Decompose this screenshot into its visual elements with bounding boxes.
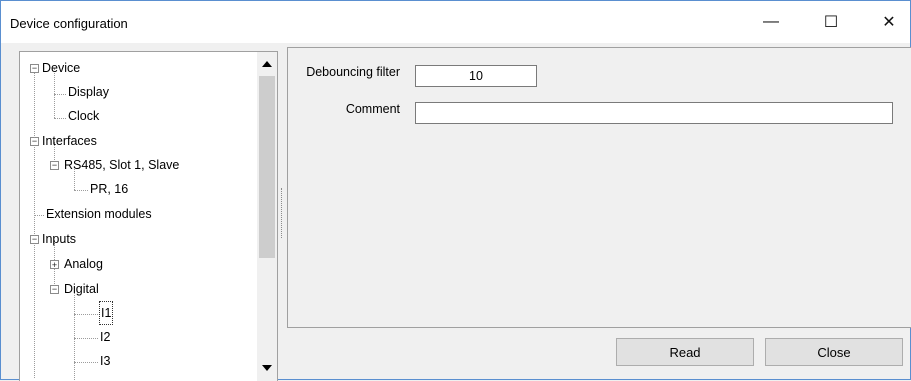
tree-item-rs485[interactable]: − RS485, Slot 1, Slave [20, 154, 250, 176]
collapse-icon[interactable]: − [30, 137, 39, 146]
tree-item-label: I3 [100, 354, 111, 368]
configuration-tree[interactable]: − Device Display Clock − Interfaces − RS… [19, 51, 278, 381]
tree-item-label: Interfaces [42, 134, 97, 148]
panel-splitter[interactable] [281, 188, 284, 238]
properties-panel: Debouncing filter Comment [287, 47, 911, 328]
tree-item-device[interactable]: − Device [20, 57, 250, 79]
scroll-thumb[interactable] [259, 76, 275, 258]
tree-item-clock[interactable]: Clock [20, 105, 250, 127]
comment-label: Comment [345, 102, 400, 116]
close-window-button[interactable]: ✕ [866, 1, 911, 43]
collapse-icon[interactable]: − [30, 235, 39, 244]
expand-icon[interactable]: + [50, 260, 59, 270]
tree-item-label: Digital [64, 282, 99, 296]
tree-item-label: I2 [100, 330, 111, 344]
read-button[interactable]: Read [616, 338, 754, 366]
tree-item-label: Inputs [42, 232, 77, 246]
tree-item-i3[interactable]: I3 [20, 350, 250, 372]
minimize-icon: — [763, 13, 779, 30]
tree-item-label: Display [68, 85, 109, 99]
tree-item-interfaces[interactable]: − Interfaces [20, 130, 250, 152]
tree-item-label: Extension modules [46, 207, 152, 221]
arrow-down-icon [262, 365, 272, 371]
tree-item-label: Clock [68, 109, 100, 123]
minimize-button[interactable]: — [748, 1, 794, 43]
comment-input[interactable] [415, 102, 893, 124]
tree-item-display[interactable]: Display [20, 81, 250, 103]
device-configuration-window: Device configuration — ☐ ✕ − Device Disp… [0, 0, 911, 381]
maximize-icon: ☐ [823, 14, 839, 31]
title-bar[interactable]: Device configuration — ☐ ✕ [1, 1, 910, 43]
tree-item-analog[interactable]: + Analog [20, 253, 250, 275]
close-button[interactable]: Close [765, 338, 903, 366]
tree-item-label: I1 [98, 301, 114, 325]
scroll-down-button[interactable] [257, 358, 277, 378]
collapse-icon[interactable]: − [50, 161, 59, 170]
collapse-icon[interactable]: − [50, 285, 59, 294]
tree-item-pr16[interactable]: PR, 16 [20, 178, 250, 200]
debouncing-filter-label: Debouncing filter [306, 65, 400, 79]
tree-item-digital[interactable]: − Digital [20, 278, 250, 300]
tree-item-label: PR, 16 [90, 182, 129, 196]
tree-item-i1[interactable]: I1 [20, 301, 250, 325]
tree-item-i2[interactable]: I2 [20, 326, 250, 348]
tree-scrollbar[interactable] [257, 52, 277, 381]
tree-item-inputs[interactable]: − Inputs [20, 228, 250, 250]
scroll-up-button[interactable] [257, 54, 277, 74]
tree-item-label: RS485, Slot 1, Slave [64, 158, 180, 172]
debouncing-filter-input[interactable] [415, 65, 537, 87]
maximize-button[interactable]: ☐ [808, 1, 854, 43]
close-icon: ✕ [882, 14, 896, 31]
tree-item-label: Analog [64, 257, 103, 271]
tree-item-label: Device [42, 61, 81, 75]
window-title: Device configuration [10, 16, 128, 31]
collapse-icon[interactable]: − [30, 64, 39, 73]
arrow-up-icon [262, 61, 272, 67]
tree-item-extension-modules[interactable]: Extension modules [20, 203, 250, 225]
